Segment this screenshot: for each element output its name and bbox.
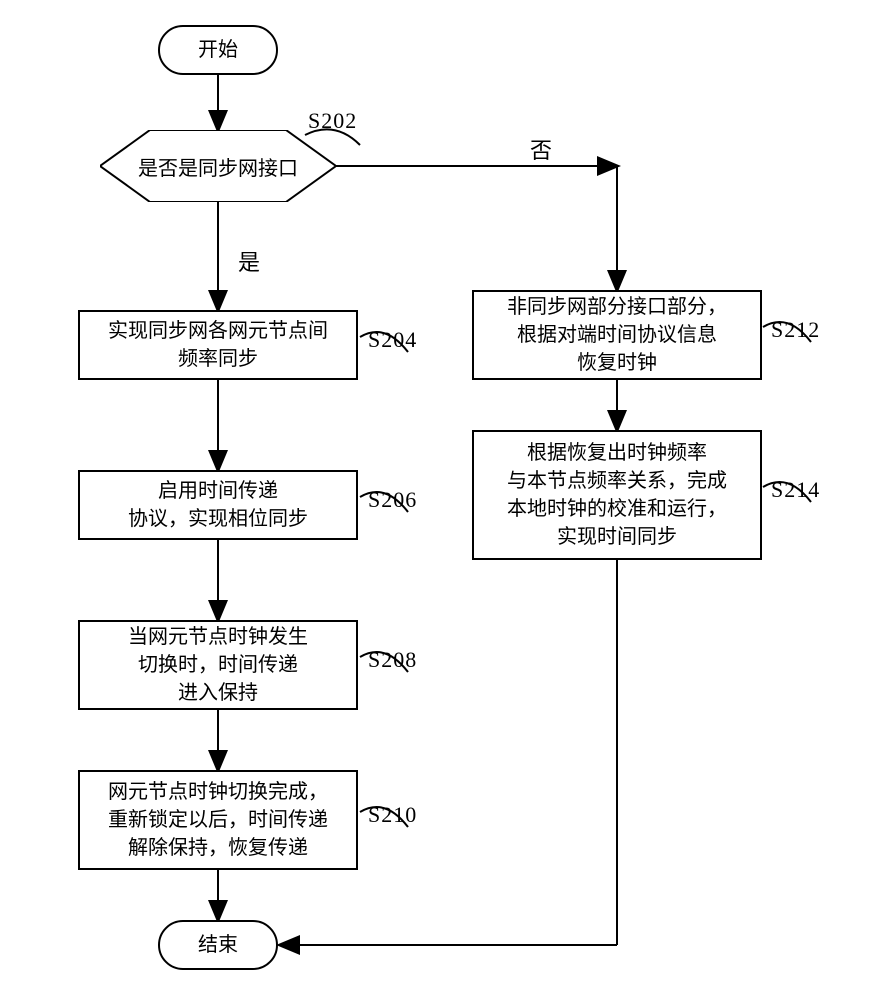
- process-s204: 实现同步网各网元节点间 频率同步: [78, 310, 358, 380]
- edge-label-yes: 是: [238, 245, 260, 277]
- process-s208-text: 当网元节点时钟发生 切换时，时间传递 进入保持: [128, 623, 308, 707]
- process-s210-text: 网元节点时钟切换完成， 重新锁定以后，时间传递 解除保持，恢复传递: [108, 778, 328, 862]
- step-label-s202: S202: [308, 108, 357, 134]
- process-s206-text: 启用时间传递 协议，实现相位同步: [128, 477, 308, 533]
- process-s212-text: 非同步网部分接口部分， 根据对端时间协议信息 恢复时钟: [507, 293, 727, 377]
- step-label-s212: S212: [771, 317, 820, 343]
- process-s214-text: 根据恢复出时钟频率 与本节点频率关系，完成 本地时钟的校准和运行， 实现时间同步: [507, 439, 727, 551]
- edge-label-no: 否: [530, 133, 552, 165]
- process-s210: 网元节点时钟切换完成， 重新锁定以后，时间传递 解除保持，恢复传递: [78, 770, 358, 870]
- step-label-s204: S204: [368, 327, 417, 353]
- step-label-s208: S208: [368, 647, 417, 673]
- step-label-s206: S206: [368, 487, 417, 513]
- process-s206: 启用时间传递 协议，实现相位同步: [78, 470, 358, 540]
- step-label-s210: S210: [368, 802, 417, 828]
- process-s212: 非同步网部分接口部分， 根据对端时间协议信息 恢复时钟: [472, 290, 762, 380]
- start-terminator: 开始: [158, 25, 278, 75]
- end-label: 结束: [198, 931, 238, 959]
- start-label: 开始: [198, 36, 238, 64]
- decision-text-container: 是否是同步网接口: [100, 130, 336, 202]
- process-s214: 根据恢复出时钟频率 与本节点频率关系，完成 本地时钟的校准和运行， 实现时间同步: [472, 430, 762, 560]
- process-s204-text: 实现同步网各网元节点间 频率同步: [108, 317, 328, 373]
- process-s208: 当网元节点时钟发生 切换时，时间传递 进入保持: [78, 620, 358, 710]
- decision-text: 是否是同步网接口: [138, 152, 298, 181]
- end-terminator: 结束: [158, 920, 278, 970]
- step-label-s214: S214: [771, 477, 820, 503]
